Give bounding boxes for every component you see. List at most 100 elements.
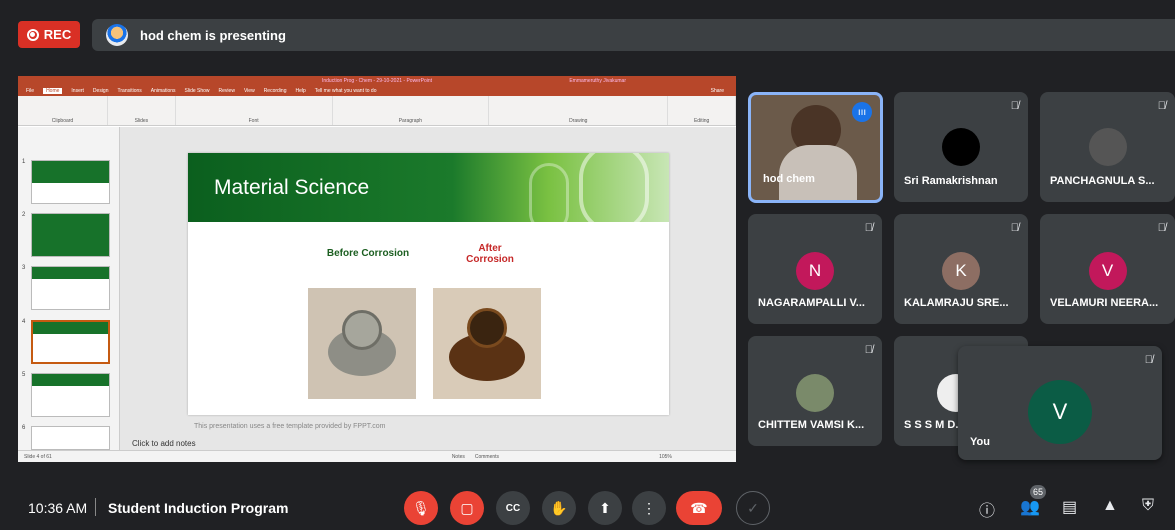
- participant-name: PANCHAGNULA S...: [1050, 175, 1155, 187]
- participant-tile-hod-chem[interactable]: ııı hod chem: [748, 92, 883, 203]
- host-controls-button[interactable]: ⛨: [1142, 497, 1154, 515]
- avatar: V: [1088, 252, 1127, 290]
- participant-tile-sri-ramakrishnan[interactable]: 🎙̸ Sri Ramakrishnan: [894, 92, 1028, 202]
- mic-off-icon: 🎙̸: [1010, 100, 1019, 112]
- participant-tile-chittem[interactable]: 🎙̸ CHITTEM VAMSI K...: [748, 336, 882, 446]
- tab-insert[interactable]: Insert: [71, 88, 84, 94]
- participant-name: NAGARAMPALLI V...: [758, 297, 865, 309]
- current-time: 10:36 AM: [28, 500, 88, 516]
- tab-review[interactable]: Review: [219, 88, 235, 94]
- more-vert-icon: ⋮: [642, 499, 656, 516]
- tab-slide-show[interactable]: Slide Show: [185, 88, 210, 94]
- mic-off-icon: 🎙̸: [864, 222, 873, 234]
- tab-home[interactable]: Home: [43, 88, 63, 94]
- activities-icon: ▲: [1102, 497, 1118, 514]
- participant-tile-velamuri[interactable]: 🎙̸ V VELAMURI NEERA...: [1040, 214, 1175, 324]
- avatar: [796, 374, 834, 412]
- tab-animations[interactable]: Animations: [151, 88, 176, 94]
- thumb-number: 6: [22, 425, 26, 431]
- check-button[interactable]: ✓: [736, 491, 770, 525]
- avatar: [1088, 128, 1127, 166]
- camera-off-icon: ▢: [460, 499, 474, 516]
- after-corrosion-photo: [433, 288, 541, 399]
- presenter-bar: hod chem is presenting: [92, 19, 1175, 51]
- present-icon: ⬆: [599, 499, 611, 516]
- tab-help[interactable]: Help: [295, 88, 305, 94]
- slide-thumb-2[interactable]: [31, 213, 110, 257]
- people-count-badge: 65: [1030, 485, 1046, 499]
- ppt-body: 1 2 3 4 5 6 Material Science Before Corr…: [18, 127, 736, 450]
- participant-tile-panchagnula[interactable]: 🎙̸ PANCHAGNULA S...: [1040, 92, 1175, 202]
- slide-thumb-1[interactable]: [31, 160, 110, 204]
- thumb-number: 5: [22, 372, 26, 378]
- presenter-text: hod chem is presenting: [140, 27, 286, 43]
- avatar: [942, 128, 980, 166]
- ribbon-group-slides: Slides: [108, 96, 176, 125]
- present-button[interactable]: ⬆: [588, 491, 622, 525]
- participant-tile-nagarampalli[interactable]: 🎙̸ N NAGARAMPALLI V...: [748, 214, 882, 324]
- avatar: N: [796, 252, 834, 290]
- ribbon-group-font: Font: [176, 96, 333, 125]
- mic-off-button[interactable]: 🎙: [404, 491, 438, 525]
- tab-view[interactable]: View: [244, 88, 255, 94]
- self-name: You: [970, 436, 990, 448]
- tab-transitions[interactable]: Transitions: [118, 88, 142, 94]
- thumb-number: 2: [22, 212, 26, 218]
- self-view-tile[interactable]: 🎙̸ V You: [958, 346, 1162, 460]
- meeting-details-button[interactable]: ⓘ: [979, 497, 995, 521]
- info-icon: ⓘ: [979, 503, 996, 520]
- check-icon: ✓: [747, 499, 759, 516]
- tab-recording[interactable]: Recording: [264, 88, 287, 94]
- zoom-level[interactable]: 105%: [659, 454, 672, 460]
- thumb-number: 3: [22, 265, 26, 271]
- captions-icon: CC: [505, 502, 521, 514]
- mic-off-icon: 🎙̸: [1010, 222, 1019, 234]
- tab-file[interactable]: File: [26, 88, 34, 94]
- ppt-title-bar: Induction Prog - Chem - 29-10-2021 - Pow…: [18, 76, 736, 86]
- camera-off-button[interactable]: ▢: [450, 491, 484, 525]
- mic-off-icon: 🎙̸: [1157, 222, 1166, 234]
- people-icon: 👥: [1020, 499, 1040, 516]
- share-button[interactable]: Share: [711, 88, 724, 94]
- mic-off-icon: 🎙: [412, 499, 430, 516]
- recording-label: REC: [43, 27, 72, 42]
- hand-icon: ✋: [550, 499, 568, 516]
- glassware-image: [529, 163, 569, 222]
- ribbon-group-paragraph: Paragraph: [333, 96, 490, 125]
- ppt-window-title: Induction Prog - Chem - 29-10-2021 - Pow…: [321, 78, 433, 84]
- participant-name: S S S M D...: [904, 419, 965, 431]
- raise-hand-button[interactable]: ✋: [542, 491, 576, 525]
- slide-thumb-5[interactable]: [31, 373, 110, 417]
- comments-button[interactable]: Comments: [475, 454, 499, 460]
- slide-thumb-4[interactable]: [31, 320, 110, 364]
- participant-name: Sri Ramakrishnan: [904, 175, 998, 187]
- tab-design[interactable]: Design: [93, 88, 109, 94]
- captions-button[interactable]: CC: [496, 491, 530, 525]
- slide-thumb-6[interactable]: [31, 426, 110, 450]
- notes-placeholder[interactable]: Click to add notes: [132, 439, 196, 448]
- presenter-avatar: [106, 24, 128, 46]
- ribbon-group-editing: Editing: [668, 96, 736, 125]
- record-icon: [26, 28, 39, 41]
- hang-up-icon: ☎: [690, 499, 708, 516]
- mic-off-icon: 🎙̸: [864, 344, 873, 356]
- ppt-ribbon: Clipboard Slides Font Paragraph Drawing …: [18, 96, 736, 126]
- ppt-status-bar: Slide 4 of 61 Notes Comments 105%: [18, 450, 736, 462]
- notes-button[interactable]: Notes: [452, 454, 465, 460]
- people-button[interactable]: 👥: [1020, 497, 1040, 517]
- glassware-image: [579, 153, 649, 222]
- slide-thumb-3[interactable]: [31, 266, 110, 310]
- participant-tile-kalamraju[interactable]: 🎙̸ K KALAMRAJU SRE...: [894, 214, 1028, 324]
- tell-me-search[interactable]: Tell me what you want to do: [315, 88, 377, 94]
- caption-before: Before Corrosion: [326, 248, 410, 259]
- activities-button[interactable]: ▲: [1102, 497, 1118, 515]
- recording-indicator: REC: [18, 21, 80, 48]
- mic-off-icon: 🎙̸: [1157, 100, 1166, 112]
- before-corrosion-photo: [308, 288, 416, 399]
- shield-icon: ⛨: [1142, 497, 1155, 514]
- more-options-button[interactable]: ⋮: [632, 491, 666, 525]
- leave-call-button[interactable]: ☎: [676, 491, 722, 525]
- slide-count: Slide 4 of 61: [24, 453, 52, 460]
- chat-button[interactable]: ▤: [1062, 497, 1077, 517]
- ribbon-group-drawing: Drawing: [489, 96, 669, 125]
